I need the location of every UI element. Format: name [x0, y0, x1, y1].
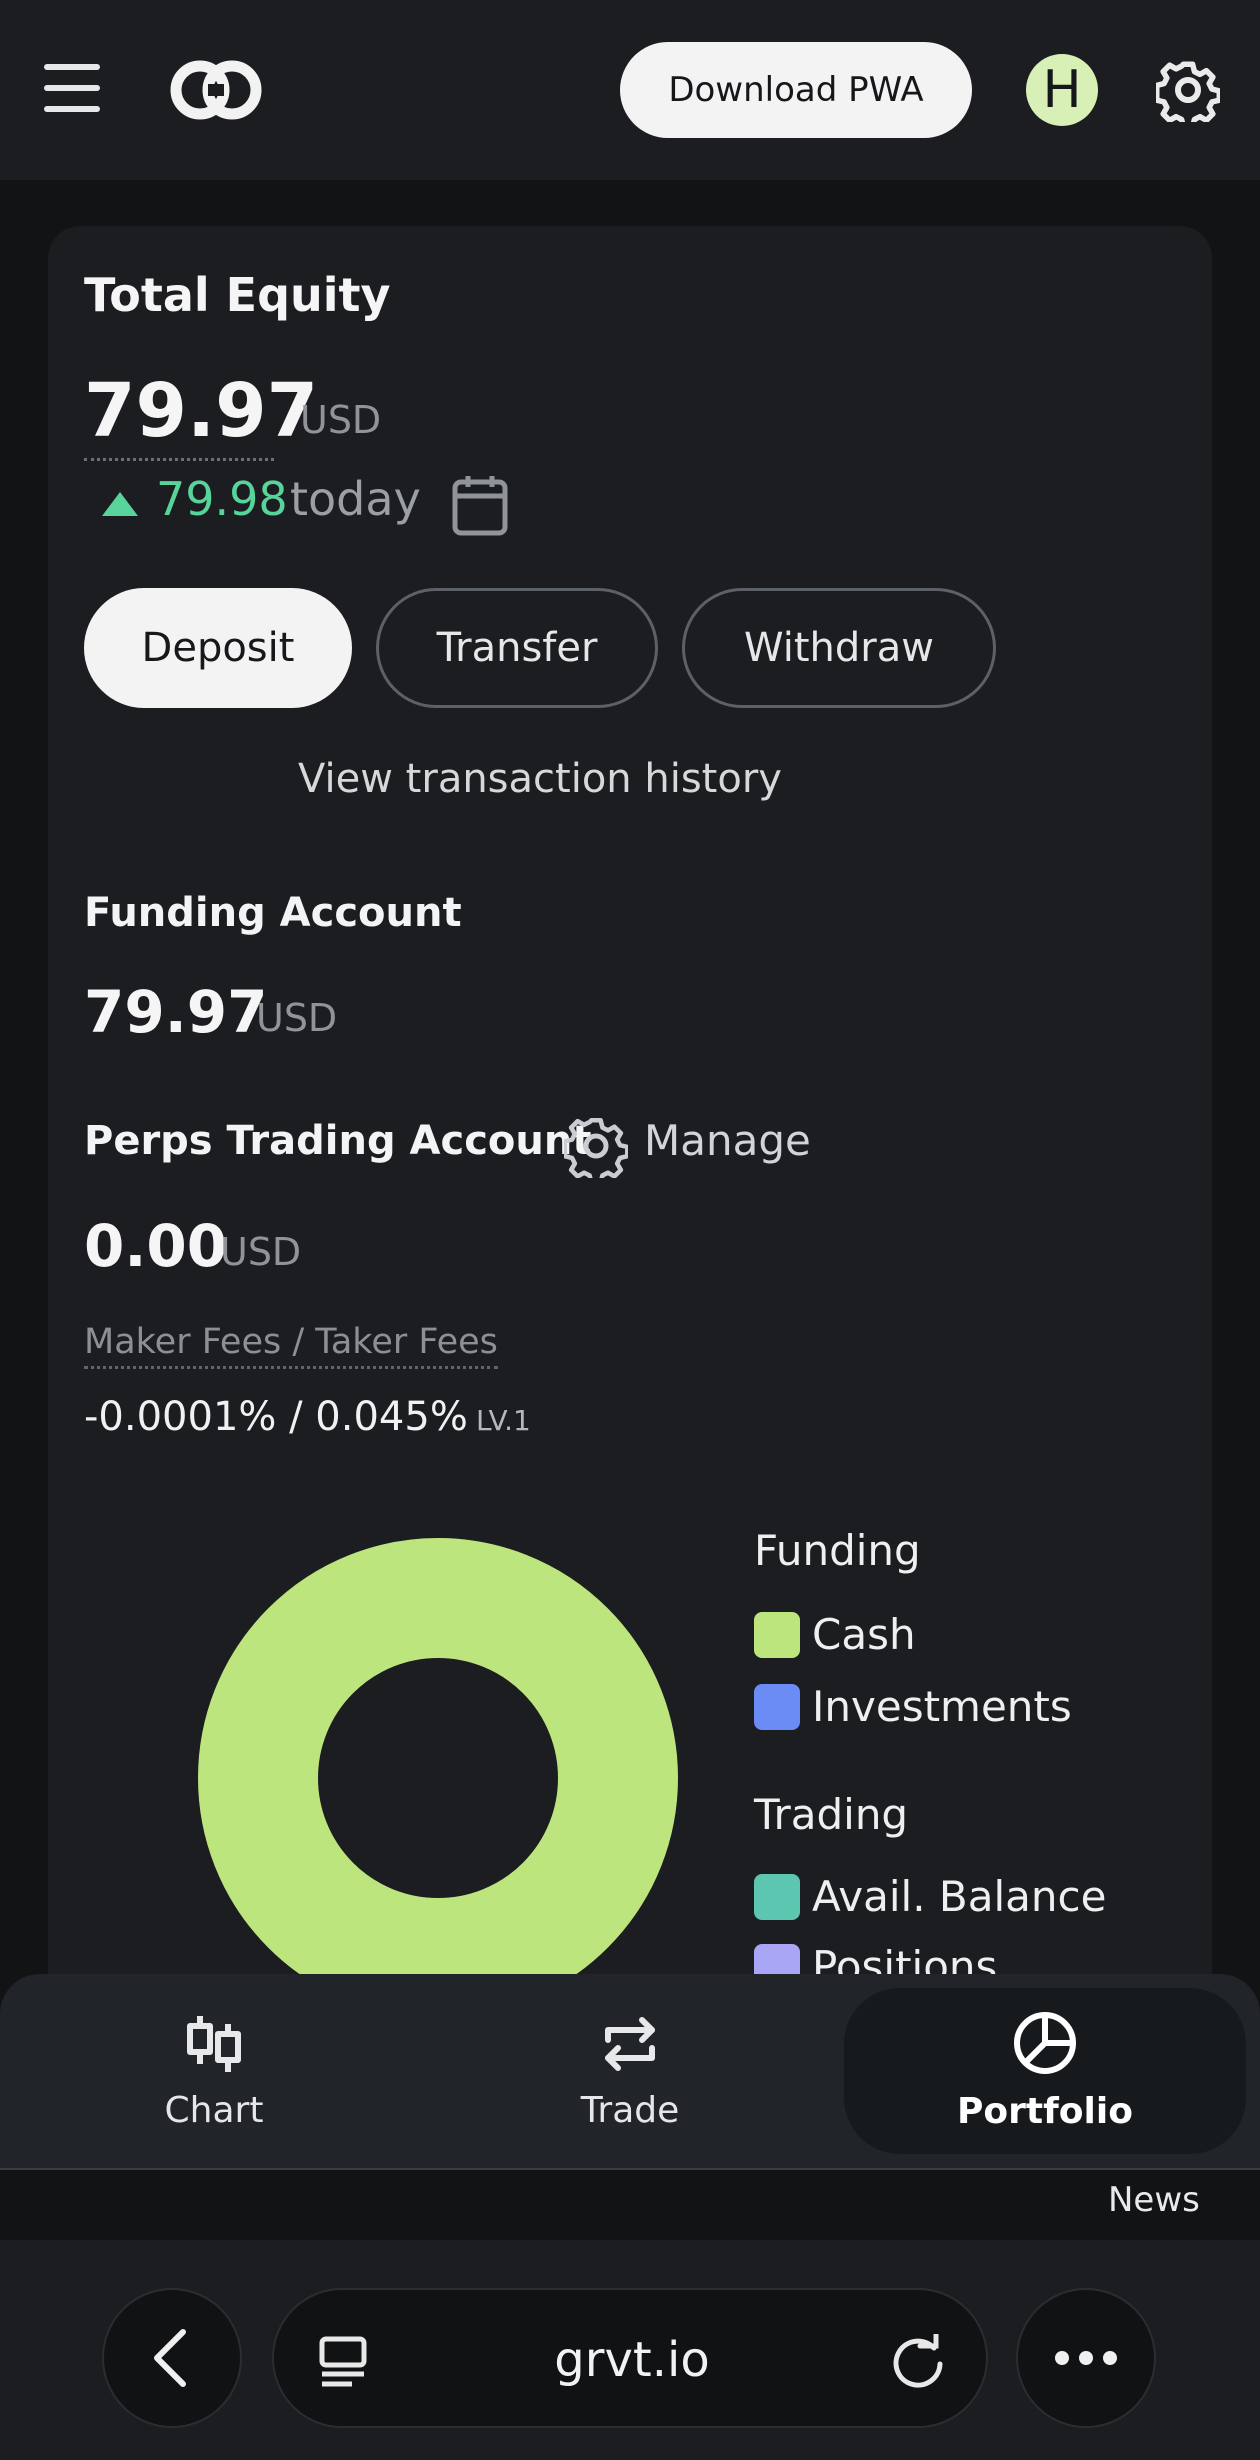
address-bar[interactable]: grvt.io — [272, 2288, 988, 2428]
manage-link[interactable]: Manage — [644, 1116, 811, 1165]
up-arrow-icon — [102, 492, 138, 516]
candlestick-icon — [187, 2015, 241, 2072]
fees-label[interactable]: Maker Fees / Taker Fees — [84, 1322, 498, 1369]
nav-trade[interactable]: Trade — [528, 1974, 732, 2170]
nav-chart[interactable]: Chart — [112, 1974, 316, 2170]
legend-trading-heading: Trading — [754, 1790, 909, 1839]
legend-label: Investments — [812, 1682, 1072, 1731]
legend-item-investments[interactable]: Investments — [754, 1682, 1072, 1731]
swap-icon — [605, 2016, 655, 2071]
reload-icon[interactable] — [890, 2334, 946, 2390]
funding-account-value: 79.97 — [84, 978, 268, 1046]
legend-item-cash[interactable]: Cash — [754, 1610, 916, 1659]
grvt-logo[interactable] — [168, 56, 264, 124]
avail-balance-swatch — [754, 1873, 800, 1920]
avatar[interactable]: H — [1026, 54, 1098, 126]
withdraw-button[interactable]: Withdraw — [682, 588, 996, 708]
transfer-button[interactable]: Transfer — [376, 588, 658, 708]
fees-value: -0.0001% / 0.045% — [84, 1394, 468, 1440]
chevron-left-icon — [154, 2329, 186, 2387]
total-equity-value[interactable]: 79.97 — [84, 366, 318, 456]
manage-gear-icon[interactable] — [564, 1114, 628, 1178]
equity-change-value: 79.98 — [156, 472, 288, 526]
url-text: grvt.io — [554, 2332, 710, 2388]
funding-account-unit: USD — [256, 996, 338, 1040]
legend-funding-heading: Funding — [754, 1526, 921, 1575]
perps-account-unit: USD — [220, 1230, 302, 1274]
legend-label: Avail. Balance — [812, 1872, 1107, 1921]
more-dots-icon — [1055, 2351, 1117, 2365]
perps-account-value: 0.00 — [84, 1212, 228, 1280]
top-bar: Download PWA H — [0, 0, 1260, 180]
download-pwa-button[interactable]: Download PWA — [620, 42, 972, 138]
equity-underline — [84, 458, 274, 461]
gear-icon[interactable] — [1156, 58, 1220, 122]
nav-chart-label: Chart — [164, 2089, 264, 2131]
news-link[interactable]: News — [1108, 2180, 1200, 2220]
pie-chart-icon — [1014, 2011, 1076, 2074]
investments-swatch — [754, 1683, 800, 1730]
equity-change-suffix: today — [290, 472, 421, 526]
deposit-button[interactable]: Deposit — [84, 588, 352, 708]
nav-trade-label: Trade — [580, 2089, 680, 2131]
view-history-link[interactable]: View transaction history — [0, 756, 1080, 802]
nav-portfolio[interactable]: Portfolio — [844, 1988, 1246, 2154]
fee-level-badge: LV.1 — [476, 1404, 531, 1437]
browser-more-button[interactable] — [1016, 2288, 1156, 2428]
menu-icon[interactable] — [44, 64, 100, 112]
browser-back-button[interactable] — [102, 2288, 242, 2428]
total-equity-title: Total Equity — [84, 268, 391, 322]
bottom-nav: Chart Trade Portfolio — [0, 1974, 1260, 2170]
allocation-donut-chart — [198, 1538, 678, 1974]
nav-portfolio-label: Portfolio — [957, 2090, 1133, 2132]
total-equity-unit: USD — [300, 398, 382, 442]
cash-swatch — [754, 1611, 800, 1658]
funding-account-title: Funding Account — [84, 890, 462, 936]
legend-label: Cash — [812, 1610, 916, 1659]
legend-item-avail-balance[interactable]: Avail. Balance — [754, 1872, 1106, 1921]
perps-account-title: Perps Trading Account — [84, 1118, 592, 1164]
calendar-icon[interactable] — [452, 474, 508, 536]
